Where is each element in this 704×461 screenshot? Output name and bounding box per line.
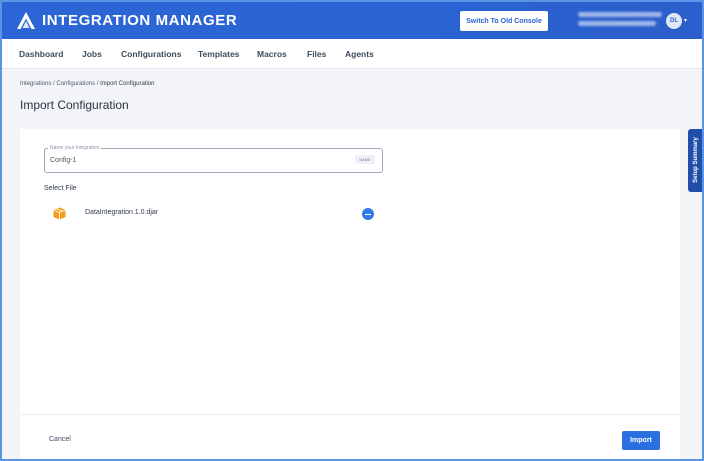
breadcrumb-integrations[interactable]: Integrations (20, 81, 51, 87)
user-name-redacted (578, 12, 662, 17)
nav-item-jobs[interactable]: Jobs (82, 49, 102, 59)
name-tag-badge: NAME (355, 155, 375, 164)
setup-summary-label: Setup Summary (693, 137, 699, 183)
selected-file-name: DataIntegration.1.0.djar (85, 209, 159, 216)
chevron-down-icon[interactable]: ▾ (684, 17, 687, 24)
nav-item-files[interactable]: Files (307, 49, 326, 59)
cancel-button[interactable]: Cancel (49, 436, 71, 443)
page-title: Import Configuration (20, 98, 129, 112)
integration-name-input[interactable] (44, 148, 383, 173)
breadcrumb-configurations[interactable]: Configurations (56, 81, 95, 87)
breadcrumb-current: Import Configuration (100, 81, 155, 87)
integration-name-value[interactable]: Config-1 (50, 157, 76, 164)
integration-logo-icon (17, 12, 35, 29)
integration-name-label: Name your Integration (48, 145, 102, 151)
nav-item-macros[interactable]: Macros (257, 49, 287, 59)
breadcrumb-separator: / (53, 81, 55, 87)
user-email-redacted (578, 21, 656, 26)
nav-item-dashboard[interactable]: Dashboard (19, 49, 63, 59)
user-info[interactable] (578, 12, 662, 30)
app-title: INTEGRATION MANAGER (42, 12, 238, 29)
remove-file-button[interactable] (362, 208, 374, 220)
nav-item-agents[interactable]: Agents (345, 49, 374, 59)
select-file-label: Select File (44, 185, 77, 192)
package-icon (53, 207, 66, 220)
switch-to-old-console-button[interactable]: Switch To Old Console (460, 11, 548, 31)
import-button[interactable]: Import (622, 431, 660, 450)
nav-item-templates[interactable]: Templates (198, 49, 239, 59)
breadcrumb-separator: / (96, 81, 99, 87)
breadcrumb: Integrations / Configurations / Import C… (20, 81, 154, 87)
nav-item-configurations[interactable]: Configurations (121, 49, 181, 59)
avatar[interactable]: DL (666, 13, 682, 29)
top-bar: INTEGRATION MANAGER Switch To Old Consol… (2, 2, 702, 39)
main-nav: Dashboard Jobs Configurations Templates … (2, 39, 702, 69)
app-window: INTEGRATION MANAGER Switch To Old Consol… (0, 0, 704, 461)
form-footer (20, 414, 680, 459)
